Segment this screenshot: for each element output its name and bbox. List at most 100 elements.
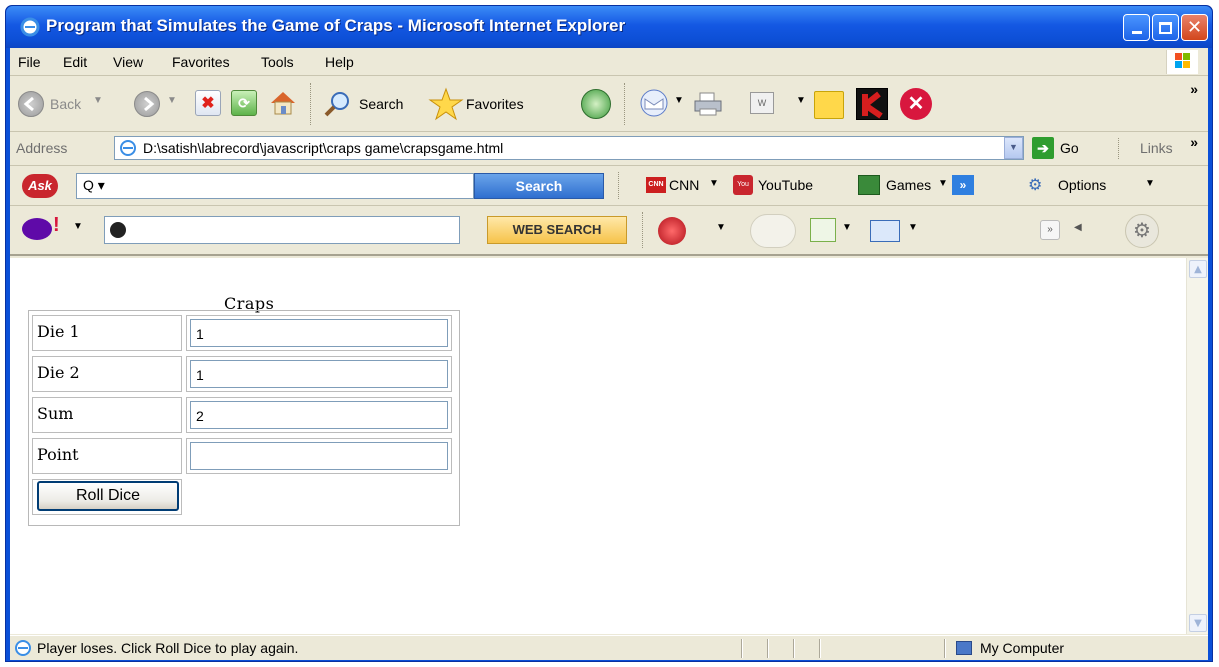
- my-computer-icon: [956, 641, 972, 655]
- page-content: Craps Die 1 1 Die 2 1 Sum 2 Point Roll D…: [10, 258, 1208, 634]
- kaspersky-icon[interactable]: [856, 88, 888, 120]
- yahoo-more-icon[interactable]: »: [1040, 220, 1060, 240]
- yahoo-dropdown-icon[interactable]: ▼: [73, 221, 83, 232]
- menu-file[interactable]: File: [18, 54, 41, 70]
- scroll-down-icon[interactable]: ▼: [1189, 614, 1207, 632]
- links-label[interactable]: Links: [1140, 140, 1173, 156]
- point-field[interactable]: [190, 442, 448, 470]
- toolbar-separator: [618, 172, 621, 199]
- status-divider: [741, 639, 743, 658]
- ask-search-button[interactable]: Search: [474, 173, 604, 199]
- yahoo-scroll-left-icon[interactable]: ◀: [1074, 222, 1082, 233]
- mail-dropdown-icon[interactable]: ▼: [674, 95, 684, 106]
- history-icon[interactable]: [581, 89, 611, 119]
- vertical-scrollbar[interactable]: ▲ ▼: [1186, 258, 1208, 634]
- bookmarks-icon[interactable]: [750, 214, 796, 248]
- ask-logo[interactable]: Ask: [22, 174, 58, 198]
- address-label: Address: [16, 140, 68, 156]
- menu-view[interactable]: View: [113, 54, 143, 70]
- yahoo-web-search-button[interactable]: WEB SEARCH: [487, 216, 627, 244]
- die1-label: Die 1: [32, 315, 182, 351]
- games-link[interactable]: Games: [886, 177, 931, 193]
- youtube-icon[interactable]: You: [733, 175, 753, 195]
- craps-table: Die 1 1 Die 2 1 Sum 2 Point Roll Dice: [28, 310, 460, 526]
- notes-icon[interactable]: [814, 91, 844, 119]
- yahoo-mail-dropdown-icon[interactable]: ▼: [908, 222, 918, 233]
- address-dropdown-icon[interactable]: ▼: [1004, 137, 1023, 159]
- status-divider: [793, 639, 795, 658]
- refresh-icon[interactable]: ⟳: [231, 90, 257, 116]
- forward-arrow-icon[interactable]: [134, 91, 160, 117]
- toolbar-overflow-icon[interactable]: »: [1190, 81, 1198, 97]
- games-dropdown-icon[interactable]: ▼: [938, 178, 948, 189]
- status-divider: [819, 639, 821, 658]
- options-gear-icon[interactable]: ⚙: [1028, 175, 1042, 195]
- minimize-button[interactable]: [1123, 14, 1150, 41]
- yahoo-search-input[interactable]: [104, 216, 460, 244]
- close-button[interactable]: ✕: [1181, 14, 1208, 41]
- cnn-link[interactable]: CNN: [669, 177, 699, 193]
- cnn-icon[interactable]: CNN: [646, 177, 666, 193]
- back-dropdown-icon[interactable]: ▼: [93, 95, 103, 106]
- yahoo-exclaim-icon: !: [53, 214, 60, 236]
- menu-edit[interactable]: Edit: [63, 54, 87, 70]
- antispy-dropdown-icon[interactable]: ▼: [716, 222, 726, 233]
- menu-favorites[interactable]: Favorites: [172, 54, 230, 70]
- scroll-up-icon[interactable]: ▲: [1189, 260, 1207, 278]
- edit-icon[interactable]: W: [750, 92, 774, 114]
- add-bookmark-icon[interactable]: [810, 218, 836, 242]
- go-arrow-icon[interactable]: ➔: [1032, 137, 1054, 159]
- status-divider: [767, 639, 769, 658]
- minimize-icon: [1131, 31, 1142, 34]
- menu-tools[interactable]: Tools: [261, 54, 294, 70]
- point-label: Point: [32, 438, 182, 474]
- menu-bar: File Edit View Favorites Tools Help: [10, 48, 1208, 76]
- messenger-icon[interactable]: ✕: [900, 88, 932, 120]
- yahoo-logo[interactable]: [22, 218, 52, 240]
- options-link[interactable]: Options: [1058, 177, 1106, 193]
- die2-field[interactable]: 1: [190, 360, 448, 388]
- back-arrow-icon[interactable]: [18, 91, 44, 117]
- edit-dropdown-icon[interactable]: ▼: [796, 95, 806, 106]
- menu-help[interactable]: Help: [325, 54, 354, 70]
- search-icon[interactable]: [322, 89, 354, 119]
- yahoo-toolbar: ! ▼ WEB SEARCH ▼ ▼ ▼ » ◀ ⚙: [10, 206, 1208, 256]
- back-button-label[interactable]: Back: [50, 96, 81, 112]
- status-bar: Player loses. Click Roll Dice to play ag…: [10, 635, 1208, 660]
- page-icon: [120, 140, 136, 156]
- maximize-button[interactable]: [1152, 14, 1179, 41]
- youtube-link[interactable]: YouTube: [758, 177, 813, 193]
- go-button-label[interactable]: Go: [1060, 140, 1079, 156]
- die1-field[interactable]: 1: [190, 319, 448, 347]
- home-icon[interactable]: [268, 88, 298, 118]
- links-overflow-icon[interactable]: »: [1190, 134, 1198, 150]
- antispy-icon[interactable]: [658, 217, 686, 245]
- games-icon[interactable]: [858, 175, 880, 195]
- forward-dropdown-icon[interactable]: ▼: [167, 95, 177, 106]
- print-icon[interactable]: [692, 91, 724, 117]
- search-button-label[interactable]: Search: [359, 96, 403, 112]
- yahoo-settings-gear-icon[interactable]: ⚙: [1125, 214, 1159, 248]
- close-icon: ✕: [1186, 17, 1203, 38]
- stop-icon[interactable]: ✖: [195, 90, 221, 116]
- ask-toolbar: Ask Q ▾ Search CNN CNN ▼ You YouTube Gam…: [10, 166, 1208, 206]
- favorites-button-label[interactable]: Favorites: [466, 96, 524, 112]
- cnn-dropdown-icon[interactable]: ▼: [709, 178, 719, 189]
- ask-search-input[interactable]: Q ▾: [76, 173, 474, 199]
- title-bar[interactable]: Program that Simulates the Game of Craps…: [6, 6, 1212, 48]
- sum-label: Sum: [32, 397, 182, 433]
- die1-cell: 1: [186, 315, 452, 351]
- add-bookmark-dropdown-icon[interactable]: ▼: [842, 222, 852, 233]
- status-message: Player loses. Click Roll Dice to play ag…: [37, 640, 299, 656]
- toolbar-separator: [310, 83, 313, 125]
- mail-icon[interactable]: [637, 88, 671, 118]
- roll-dice-button[interactable]: Roll Dice: [37, 481, 179, 511]
- status-divider: [944, 639, 946, 658]
- yahoo-mail-icon[interactable]: [870, 220, 900, 242]
- favorites-star-icon[interactable]: [428, 86, 464, 122]
- sum-field[interactable]: 2: [190, 401, 448, 429]
- address-input[interactable]: D:\satish\labrecord\javascript\craps gam…: [114, 136, 1024, 160]
- options-dropdown-icon[interactable]: ▼: [1145, 178, 1155, 189]
- toolbar-separator: [1118, 138, 1121, 159]
- more-links-icon[interactable]: »: [952, 175, 974, 195]
